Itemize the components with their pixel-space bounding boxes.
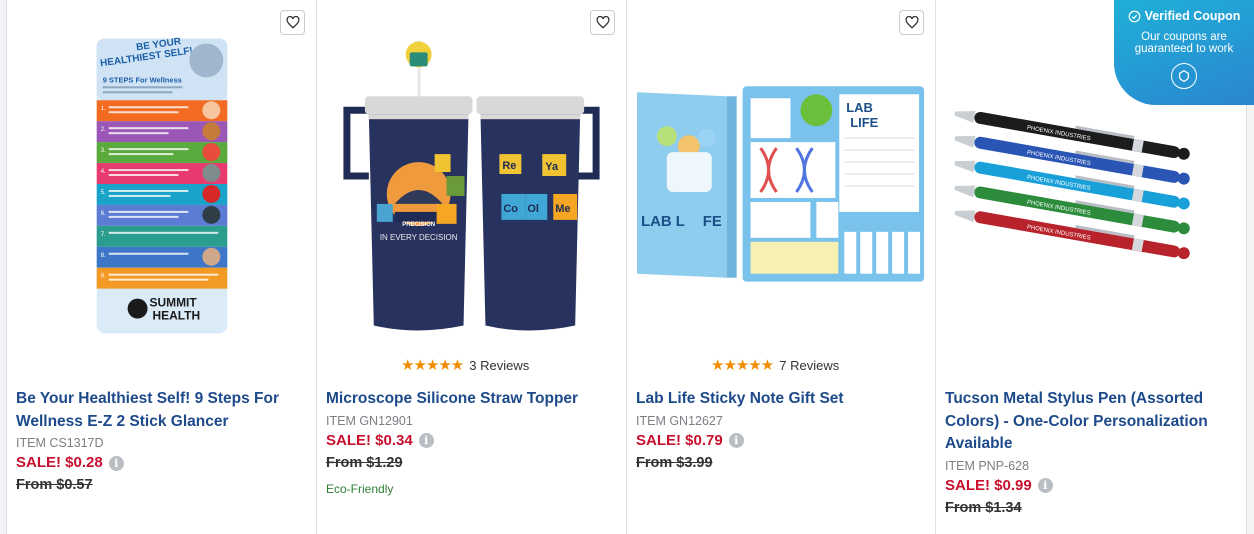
coupon-title: Verified Coupon <box>1144 9 1241 23</box>
product-title[interactable]: Tucson Metal Stylus Pen (Assorted Colors… <box>945 388 1234 456</box>
glancer-step: 2. <box>101 127 106 133</box>
glancer-step: 4. <box>101 169 106 175</box>
original-price: From $0.57 <box>16 477 93 493</box>
sale-price: SALE! $0.79 i <box>636 430 923 452</box>
product-info: Microscope Silicone Straw Topper ITEM GN… <box>326 388 614 496</box>
star-rating-icon: ★★★★★ <box>711 357 774 374</box>
original-price: From $3.99 <box>636 454 713 471</box>
glancer-step: 5. <box>101 190 106 196</box>
product-card[interactable]: LAB L FE LAB LIFE ★★★★★ 7 Reviews Lab Li… <box>626 0 935 534</box>
item-number: ITEM GN12627 <box>636 413 723 428</box>
review-count[interactable]: 3 Reviews <box>469 358 529 373</box>
product-grid: BE YOUR HEALTHIEST SELF! 9 STEPS For Wel… <box>0 0 1254 534</box>
glancer-subtitle: 9 STEPS For Wellness <box>103 75 182 84</box>
info-icon[interactable]: i <box>728 433 744 448</box>
tumbler-tile: Ol <box>527 203 539 215</box>
glancer-step: 1. <box>101 106 106 112</box>
sale-price-text: SALE! $0.79 <box>636 431 723 449</box>
eco-friendly-tag: Eco-Friendly <box>326 481 394 496</box>
product-card[interactable]: BE YOUR HEALTHIEST SELF! 9 STEPS For Wel… <box>6 0 316 534</box>
info-icon[interactable]: i <box>1037 478 1053 493</box>
tumbler-tile: Re <box>502 160 516 172</box>
tumbler-tile: Co <box>503 203 518 215</box>
pen-group: PHOENIX INDUSTRIESPHOENIX INDUSTRIESPHOE… <box>954 111 1190 260</box>
glancer-step: 6. <box>101 211 106 217</box>
notes-pad-text-1: LAB <box>846 100 873 115</box>
rating[interactable]: ★★★★★ 7 Reviews <box>711 356 839 374</box>
item-number: ITEM PNP-628 <box>945 458 1030 473</box>
sale-price-text: SALE! $0.34 <box>326 431 413 449</box>
glancer-brand-1: SUMMIT <box>150 296 198 310</box>
product-info: Be Your Healthiest Self! 9 Steps For Wel… <box>16 388 304 496</box>
tumbler-text-1: PRECISION <box>402 222 435 228</box>
product-title[interactable]: Microscope Silicone Straw Topper <box>326 388 614 411</box>
review-count[interactable]: 7 Reviews <box>779 358 839 373</box>
sale-price: SALE! $0.99 i <box>945 475 1234 497</box>
pen: PHOENIX INDUSTRIES <box>954 111 1190 160</box>
product-info: Tucson Metal Stylus Pen (Assorted Colors… <box>945 388 1234 519</box>
tumbler-tile: Me <box>555 203 570 215</box>
rating[interactable]: ★★★★★ 3 Reviews <box>401 356 529 374</box>
tumbler-tile: Ya <box>545 161 559 173</box>
glancer-step: 8. <box>101 253 106 259</box>
info-icon[interactable]: i <box>108 455 124 471</box>
glancer-step: 3. <box>101 148 106 154</box>
sale-price: SALE! $0.28 i <box>16 452 304 474</box>
original-price: From $1.29 <box>326 454 403 471</box>
original-price: From $1.34 <box>945 499 1022 516</box>
product-image[interactable]: LAB L FE LAB LIFE <box>627 26 935 338</box>
product-card[interactable]: PRECISION IN EVERY DECISION Re Ya Co Ol … <box>316 0 626 534</box>
product-title[interactable]: Lab Life Sticky Note Gift Set <box>636 388 923 411</box>
glancer-brand-2: HEALTH <box>153 309 201 323</box>
notes-cover-text-2: FE <box>703 213 722 230</box>
product-info: Lab Life Sticky Note Gift Set ITEM GN126… <box>636 388 923 474</box>
sale-price-text: SALE! $0.99 <box>945 476 1032 494</box>
notes-pad-text-2: LIFE <box>850 115 878 130</box>
sale-price: SALE! $0.34 i <box>326 430 614 452</box>
glancer-step: 9. <box>101 274 106 280</box>
coupon-message: Our coupons are guaranteed to work <box>1134 31 1234 55</box>
info-icon[interactable]: i <box>418 433 434 448</box>
coupon-header: Verified Coupon <box>1114 9 1254 23</box>
star-rating-icon: ★★★★★ <box>401 357 464 374</box>
glancer-step: 7. <box>101 232 106 238</box>
check-circle-icon <box>1128 10 1140 22</box>
product-image[interactable]: PRECISION IN EVERY DECISION Re Ya Co Ol … <box>317 26 626 338</box>
product-title[interactable]: Be Your Healthiest Self! 9 Steps For Wel… <box>16 388 304 433</box>
item-number: ITEM CS1317D <box>16 436 104 450</box>
verified-coupon-badge[interactable]: Verified Coupon Our coupons are guarante… <box>1114 0 1254 105</box>
shield-badge-icon <box>1171 63 1197 89</box>
sale-price-text: SALE! $0.28 <box>16 454 103 471</box>
product-image[interactable]: BE YOUR HEALTHIEST SELF! 9 STEPS For Wel… <box>7 26 316 338</box>
item-number: ITEM GN12901 <box>326 413 413 428</box>
notes-cover-text-1: LAB L <box>641 213 685 230</box>
tumbler-text-2: IN EVERY DECISION <box>380 233 458 242</box>
